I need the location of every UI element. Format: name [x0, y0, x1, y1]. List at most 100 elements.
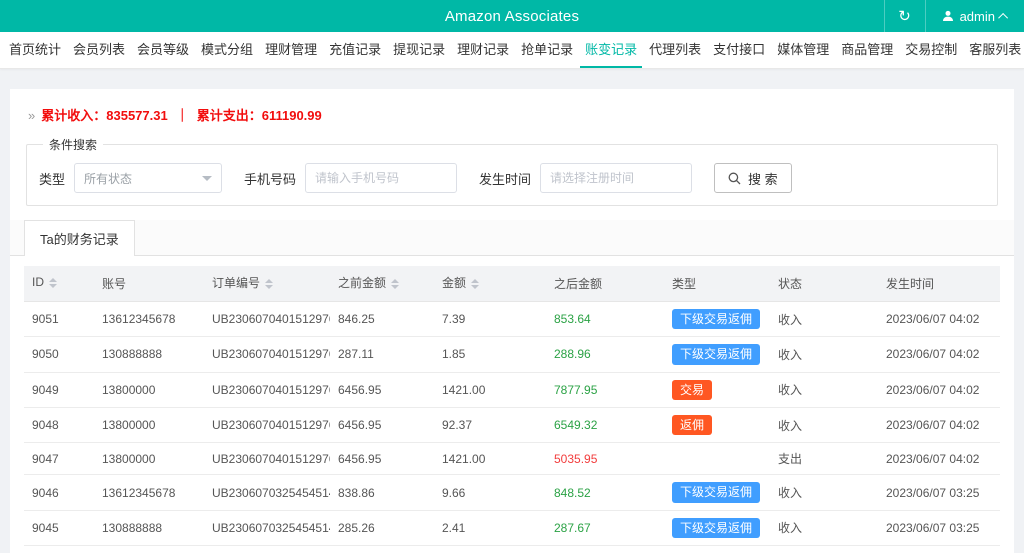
column-header-label: 金额 — [442, 276, 466, 290]
phone-input[interactable] — [305, 163, 457, 193]
type-badge[interactable]: 下级交易返佣 — [672, 344, 760, 364]
cell-type: 下级交易返佣 — [664, 301, 770, 336]
table-header-row: ID账号订单编号之前金额金额之后金额类型状态发生时间 — [24, 266, 1000, 301]
column-header: 发生时间 — [878, 266, 1000, 301]
table-row: 904913800000UB23060704015129766456.95142… — [24, 372, 1000, 407]
column-header[interactable]: 金额 — [434, 266, 546, 301]
cell-id: 9050 — [24, 337, 94, 372]
type-label: 类型 — [39, 169, 65, 188]
refresh-icon: ↻ — [898, 7, 911, 25]
table-row: 904413800000UB23060703254545146336.25185… — [24, 546, 1000, 553]
cell-before-amount: 6336.25 — [330, 546, 434, 553]
cell-amount: 1856.90 — [434, 546, 546, 553]
cell-id: 9047 — [24, 443, 94, 475]
cell-time: 2023/06/07 04:02 — [878, 372, 1000, 407]
nav-item[interactable]: 理财管理 — [260, 32, 322, 68]
nav-item[interactable]: 会员等级 — [132, 32, 194, 68]
type-select[interactable]: 所有状态 — [74, 163, 222, 193]
cell-time: 2023/06/07 03:25 — [878, 510, 1000, 545]
nav-item[interactable]: 交易控制 — [900, 32, 962, 68]
cell-time: 2023/06/07 03:25 — [878, 546, 1000, 553]
nav-item[interactable]: 提现记录 — [388, 32, 450, 68]
tab-financial-records[interactable]: Ta的财务记录 — [24, 220, 135, 256]
cell-id: 9044 — [24, 546, 94, 553]
cell-after-amount: 8193.15 — [546, 546, 664, 553]
nav-item[interactable]: 代理列表 — [644, 32, 706, 68]
type-badge[interactable]: 返佣 — [672, 415, 712, 435]
summary-divider: ｜ — [176, 108, 189, 123]
cell-status: 收入 — [770, 372, 878, 407]
column-header-label: 发生时间 — [886, 277, 934, 291]
type-badge[interactable]: 下级交易返佣 — [672, 518, 760, 538]
search-button[interactable]: 搜 索 — [714, 163, 792, 193]
nav-item[interactable]: 充值记录 — [324, 32, 386, 68]
cell-order-no: UB2306070401512976 — [204, 337, 330, 372]
cell-id: 9046 — [24, 475, 94, 510]
cell-status: 收入 — [770, 475, 878, 510]
admin-menu[interactable]: admin — [926, 0, 1024, 32]
refresh-button[interactable]: ↻ — [884, 0, 926, 32]
search-icon — [728, 172, 741, 185]
table-body: 905113612345678UB2306070401512976846.257… — [24, 301, 1000, 553]
total-income-value: 835577.31 — [106, 108, 167, 123]
column-header: 状态 — [770, 266, 878, 301]
cell-order-no: UB2306070401512976 — [204, 443, 330, 475]
table-row: 904813800000UB23060704015129766456.9592.… — [24, 408, 1000, 443]
chevron-up-icon — [998, 12, 1008, 22]
nav-item[interactable]: 支付接口 — [708, 32, 770, 68]
cell-id: 9045 — [24, 510, 94, 545]
type-badge[interactable]: 交易 — [672, 380, 712, 400]
cell-amount: 1.85 — [434, 337, 546, 372]
nav-item[interactable]: 理财记录 — [452, 32, 514, 68]
nav-item[interactable]: 模式分组 — [196, 32, 258, 68]
phone-label: 手机号码 — [244, 169, 296, 188]
double-chevron-icon: » — [28, 108, 35, 123]
search-button-label: 搜 索 — [748, 169, 778, 188]
column-header[interactable]: ID — [24, 266, 94, 301]
sort-arrows-icon[interactable] — [391, 275, 399, 293]
cell-id: 9049 — [24, 372, 94, 407]
total-expense-value: 611190.99 — [262, 108, 322, 123]
cell-after-amount: 7877.95 — [546, 372, 664, 407]
cell-order-no: UB2306070401512976 — [204, 301, 330, 336]
cell-after-amount: 5035.95 — [546, 443, 664, 475]
cell-amount: 1421.00 — [434, 372, 546, 407]
cell-status: 收入 — [770, 301, 878, 336]
time-input[interactable] — [540, 163, 692, 193]
table-row: 904613612345678UB2306070325454514838.869… — [24, 475, 1000, 510]
sort-arrows-icon[interactable] — [265, 275, 273, 293]
cell-order-no: UB2306070401512976 — [204, 372, 330, 407]
column-header[interactable]: 订单编号 — [204, 266, 330, 301]
cell-type — [664, 443, 770, 475]
type-badge[interactable]: 下级交易返佣 — [672, 482, 760, 502]
sort-arrows-icon[interactable] — [471, 275, 479, 293]
cell-before-amount: 285.26 — [330, 510, 434, 545]
filter-form-row: 类型 所有状态 手机号码 发生时间 搜 索 — [39, 163, 985, 193]
nav-item[interactable]: 首页统计 — [4, 32, 66, 68]
nav-item[interactable]: 商品管理 — [836, 32, 898, 68]
user-icon — [942, 10, 954, 22]
table-row: 905113612345678UB2306070401512976846.257… — [24, 301, 1000, 336]
nav-item[interactable]: 抢单记录 — [516, 32, 578, 68]
table-row: 9045130888888UB2306070325454514285.262.4… — [24, 510, 1000, 545]
sort-arrows-icon[interactable] — [49, 274, 57, 292]
filter-legend: 条件搜索 — [43, 136, 103, 153]
content-panel: »累计收入：835577.31｜累计支出：611190.99 条件搜索 类型 所… — [10, 89, 1014, 553]
nav-item[interactable]: 媒体管理 — [772, 32, 834, 68]
column-header: 账号 — [94, 266, 204, 301]
nav-item[interactable]: 会员列表 — [68, 32, 130, 68]
type-select-value: 所有状态 — [84, 170, 132, 187]
column-header-label: 之前金额 — [338, 276, 386, 290]
column-header[interactable]: 之前金额 — [330, 266, 434, 301]
cell-after-amount: 6549.32 — [546, 408, 664, 443]
nav-item-active[interactable]: 账变记录 — [580, 32, 642, 68]
cell-time: 2023/06/07 04:02 — [878, 337, 1000, 372]
cell-status: 收入 — [770, 510, 878, 545]
nav-item[interactable]: 客服列表 — [964, 32, 1024, 68]
cell-order-no: UB2306070325454514 — [204, 475, 330, 510]
column-header-label: 账号 — [102, 277, 126, 291]
cell-account: 130888888 — [94, 510, 204, 545]
time-label: 发生时间 — [479, 169, 531, 188]
cell-account: 13800000 — [94, 443, 204, 475]
type-badge[interactable]: 下级交易返佣 — [672, 309, 760, 329]
